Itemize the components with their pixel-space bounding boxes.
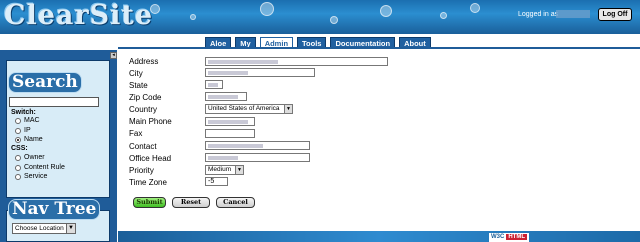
- search-input[interactable]: [9, 97, 99, 107]
- switch-option-ip[interactable]: IP: [15, 127, 31, 134]
- switch-label: Switch:: [11, 109, 36, 116]
- decor-bubble: [190, 14, 196, 20]
- radio-icon[interactable]: [15, 117, 21, 124]
- label-office-head: Office Head: [129, 154, 172, 163]
- address-field[interactable]: [205, 57, 388, 66]
- radio-icon[interactable]: [15, 127, 21, 134]
- priority-select[interactable]: Medium ▼: [205, 165, 244, 175]
- radio-icon[interactable]: [15, 154, 21, 161]
- switch-option-name[interactable]: Name: [15, 136, 43, 143]
- radio-label: Name: [24, 136, 43, 143]
- label-fax: Fax: [129, 129, 143, 138]
- badge-prefix: W3C: [491, 234, 505, 240]
- radio-label: Owner: [24, 154, 45, 161]
- css-option-owner[interactable]: Owner: [15, 154, 45, 161]
- chevron-down-icon[interactable]: ▼: [66, 224, 75, 233]
- office-head-field[interactable]: [205, 153, 310, 162]
- contact-field[interactable]: [205, 141, 310, 150]
- decor-bubble: [380, 5, 392, 17]
- w3c-html-badge[interactable]: W3C HTML: [489, 233, 529, 242]
- label-address: Address: [129, 57, 159, 66]
- redacted-value: [208, 144, 263, 148]
- submit-button[interactable]: Submit: [133, 197, 166, 208]
- app-logo: ClearSite: [4, 0, 154, 31]
- label-time-zone: Time Zone: [129, 178, 167, 187]
- header-banner: ClearSite Logged in as Log Off: [0, 0, 640, 34]
- radio-label: Service: [24, 173, 48, 180]
- label-contact: Contact: [129, 142, 157, 151]
- radio-selected-icon[interactable]: [15, 136, 21, 143]
- cancel-button[interactable]: Cancel: [216, 197, 255, 208]
- location-select-value: Choose Location: [15, 225, 64, 232]
- redacted-value: [208, 156, 238, 160]
- switch-option-mac[interactable]: MAC: [15, 117, 40, 124]
- label-zip: Zip Code: [129, 93, 162, 102]
- main-phone-field[interactable]: [205, 117, 255, 126]
- zip-code-field[interactable]: [205, 92, 247, 101]
- label-priority: Priority: [129, 166, 154, 175]
- city-field[interactable]: [205, 68, 315, 77]
- priority-select-value: Medium: [208, 166, 232, 173]
- logged-in-user-redacted: [556, 10, 590, 18]
- label-state: State: [129, 81, 148, 90]
- decor-bubble: [470, 3, 480, 13]
- country-select-value: United States of America: [208, 105, 280, 112]
- chevron-down-icon[interactable]: ▼: [284, 105, 292, 113]
- search-title: Search: [8, 72, 82, 93]
- label-country: Country: [129, 105, 158, 114]
- css-option-content-rule[interactable]: Content Rule: [15, 164, 65, 171]
- radio-label: MAC: [24, 117, 40, 124]
- logged-in-label: Logged in as: [518, 11, 559, 18]
- location-select[interactable]: Choose Location ▼: [12, 223, 76, 234]
- collapse-sidebar-icon[interactable]: ◂: [110, 52, 117, 59]
- footer-band: [118, 231, 640, 242]
- nav-tree-title: Nav Tree: [8, 199, 101, 220]
- radio-label: IP: [24, 127, 31, 134]
- redacted-value: [208, 60, 278, 64]
- decor-bubble: [330, 16, 338, 24]
- radio-icon[interactable]: [15, 173, 21, 180]
- redacted-value: [208, 95, 238, 99]
- label-main-phone: Main Phone: [129, 117, 172, 126]
- fax-field[interactable]: [205, 129, 255, 138]
- time-zone-field[interactable]: -5: [205, 177, 228, 186]
- form-buttons: Submit Reset Cancel: [133, 197, 255, 208]
- country-select[interactable]: United States of America ▼: [205, 104, 293, 114]
- redacted-value: [208, 71, 248, 75]
- state-field[interactable]: [205, 80, 223, 89]
- location-form: Address City State Zip Code Country Unit…: [118, 49, 640, 231]
- css-label: CSS:: [11, 145, 28, 152]
- reset-button[interactable]: Reset: [172, 197, 210, 208]
- badge-html: HTML: [506, 234, 528, 240]
- css-option-service[interactable]: Service: [15, 173, 47, 180]
- decor-bubble: [260, 2, 274, 16]
- redacted-value: [208, 120, 248, 124]
- radio-icon[interactable]: [15, 164, 21, 171]
- label-city: City: [129, 69, 143, 78]
- radio-label: Content Rule: [24, 164, 65, 171]
- log-off-button[interactable]: Log Off: [598, 8, 632, 21]
- decor-bubble: [440, 12, 447, 19]
- redacted-value: [208, 83, 218, 87]
- chevron-down-icon[interactable]: ▼: [235, 166, 243, 174]
